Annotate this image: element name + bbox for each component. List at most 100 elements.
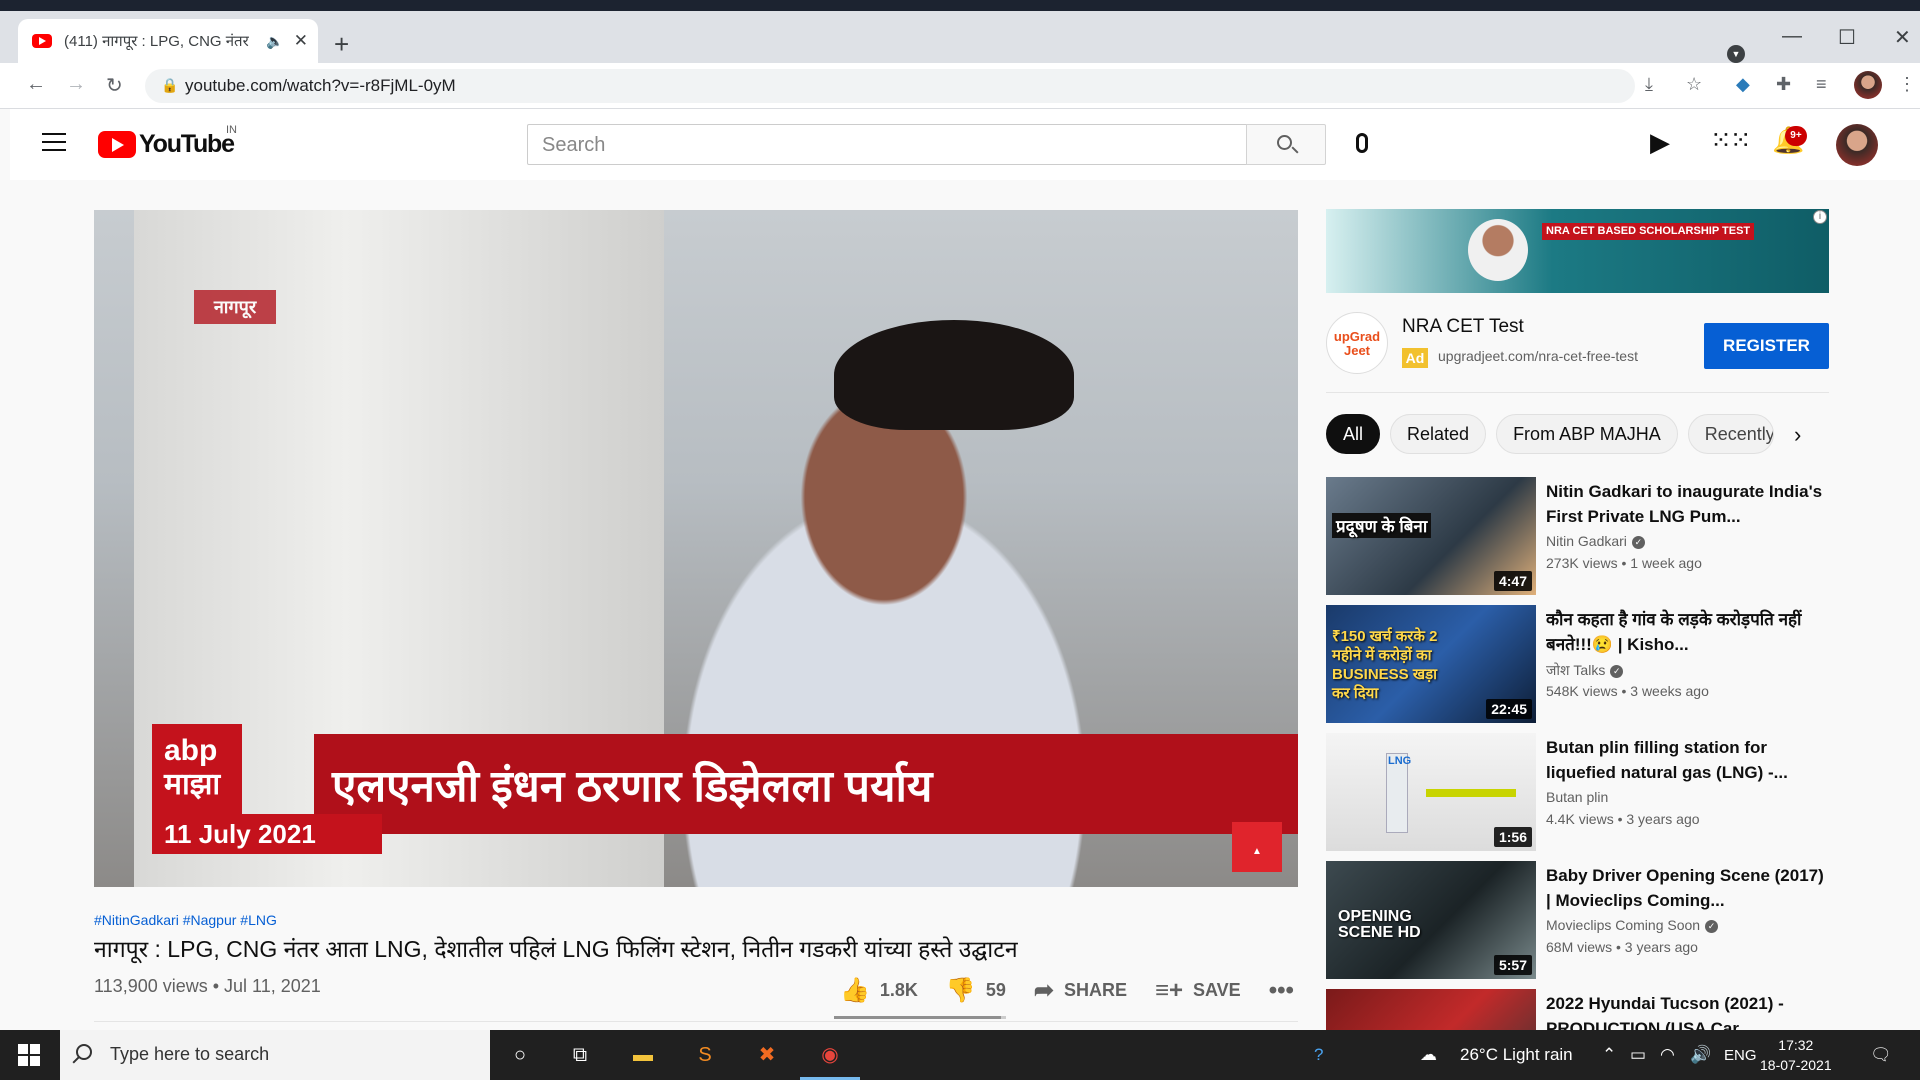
ad-banner-image[interactable]: NRA CET BASED SCHOLARSHIP TEST i [1326,209,1829,293]
speaker-icon[interactable]: 🔈 [266,33,283,50]
maximize-icon[interactable]: ☐ [1838,25,1856,50]
browser-tab-active[interactable]: (411) नागपूर : LPG, CNG नंतर 🔈 ✕ [18,19,318,63]
logo-text: YouTube [139,130,235,158]
new-tab-button[interactable]: + [334,29,349,60]
back-icon[interactable]: ← [26,73,46,96]
video-title: नागपूर : LPG, CNG नंतर आता LNG, देशातील … [94,936,1018,962]
verified-check-icon: ✓ [1610,665,1624,678]
menu-icon[interactable] [42,133,66,151]
media-queue-icon[interactable]: ≡ [1816,74,1827,95]
create-video-icon[interactable]: ▶ [1650,127,1670,158]
search-input[interactable]: Search [527,124,1247,165]
volume-icon[interactable]: 🔊 [1690,1045,1711,1065]
duration-badge: 4:47 [1493,571,1532,591]
ad-title[interactable]: NRA CET Test [1402,316,1524,338]
close-tab-icon[interactable]: ✕ [294,31,308,51]
wifi-icon[interactable]: ◠ [1660,1045,1675,1065]
share-button[interactable]: ➦ SHARE [1034,976,1127,1005]
thumbnail-text: ₹150 खर्च करके 2 महीने में करोड़ों का BU… [1332,628,1438,702]
reload-icon[interactable]: ↻ [106,73,123,98]
taskbar-search-placeholder: Type here to search [110,1044,270,1064]
register-button[interactable]: REGISTER [1704,323,1829,369]
share-label: SHARE [1063,980,1127,1000]
like-ratio-bar [834,1016,1006,1019]
address-bar-row: ← → ↻ 🔒 youtube.com/watch?v=-r8FjML-0yM … [0,63,1920,109]
divider [94,1021,1298,1022]
chip-all[interactable]: All [1326,414,1381,454]
youtube-play-icon [98,131,136,158]
chrome-icon[interactable]: ◉ [815,1040,845,1070]
xampp-icon[interactable]: ✖ [752,1040,782,1070]
video-subject-hair [834,320,1074,430]
advertiser-logo[interactable]: upGrad Jeet [1326,312,1388,374]
taskbar-search-input[interactable]: Type here to search [60,1030,490,1080]
recommendation-channel: जोश Talks ✓ [1546,661,1624,680]
apps-grid-icon[interactable]: ⁙⁙ [1710,125,1752,156]
save-button[interactable]: ≡+ SAVE [1155,977,1241,1005]
recommendation-thumbnail[interactable]: OPENING SCENE HD 5:57 [1326,861,1536,979]
recommendation-thumbnail[interactable]: LNG 1:56 [1326,733,1536,851]
chevron-up-icon[interactable]: ⌃ [1602,1045,1616,1065]
install-app-icon[interactable]: ⤓ [1645,74,1653,95]
browser-menu-icon[interactable]: ⋮ [1898,74,1916,95]
clock-time: 17:32 [1778,1037,1814,1053]
weather-text[interactable]: 26°C Light rain [1460,1045,1573,1065]
recommendation-item[interactable]: OPENING SCENE HD 5:57 Baby Driver Openin… [1326,861,1831,979]
recommendation-item[interactable]: प्रदूषण के बिना 4:47 Nitin Gadkari to in… [1326,477,1831,595]
search-button[interactable] [1246,124,1326,165]
lock-icon[interactable]: 🔒 [161,77,178,94]
help-icon[interactable]: ? [1314,1045,1323,1065]
chip-recently[interactable]: Recently [1687,414,1774,454]
more-actions-button[interactable]: ••• [1269,977,1304,1005]
thumbnail-text: प्रदूषण के बिना [1332,513,1432,538]
recommendation-thumbnail[interactable]: प्रदूषण के बिना 4:47 [1326,477,1536,595]
extension-icon[interactable]: ◆ [1736,74,1750,95]
overlay-date: 11 July 2021 [152,814,382,854]
minimize-icon[interactable]: — [1782,25,1802,48]
ad-url[interactable]: upgradjeet.com/nra-cet-free-test [1438,348,1638,364]
microphone-icon[interactable] [1356,133,1368,153]
dislike-button[interactable]: 👎 59 [946,976,1006,1005]
profile-avatar[interactable] [1854,71,1882,99]
sublime-text-icon[interactable]: S [690,1040,720,1070]
duration-badge: 5:57 [1493,955,1532,975]
channel-logo-overlay: abp माझा [152,724,242,814]
chevron-right-icon[interactable]: › [1794,422,1801,448]
youtube-logo[interactable]: YouTube IN [98,124,237,159]
bookmark-star-icon[interactable]: ☆ [1686,74,1702,95]
weather-cloud-icon[interactable]: ☁ [1420,1045,1437,1065]
recommendation-item[interactable]: ₹150 खर्च करके 2 महीने में करोड़ों का BU… [1326,605,1831,723]
hashtags[interactable]: #NitinGadkari #Nagpur #LNG [94,912,277,928]
chip-from-abp-majha[interactable]: From ABP MAJHA [1496,414,1678,454]
close-window-icon[interactable]: ✕ [1894,25,1911,50]
puzzle-extensions-icon[interactable]: ✚ [1776,74,1791,95]
chip-related[interactable]: Related [1390,414,1487,454]
url-field[interactable]: 🔒 youtube.com/watch?v=-r8FjML-0yM [145,69,1635,103]
url-text: youtube.com/watch?v=-r8FjML-0yM [185,76,456,95]
battery-icon[interactable]: ▭ [1630,1045,1646,1065]
recommendation-views: 273K views • 1 week ago [1546,555,1702,571]
language-indicator[interactable]: ENG [1724,1047,1757,1064]
video-player[interactable]: नागपूर एलएनजी इंधन ठरणार डिझेलला पर्याय … [94,210,1298,887]
notification-center-icon[interactable]: 🗨 [1870,1045,1892,1065]
forward-icon[interactable]: → [66,73,86,96]
clock[interactable]: 17:32 18-07-2021 [1760,1035,1832,1075]
recommendation-thumbnail[interactable]: ₹150 खर्च करके 2 महीने में करोड़ों का BU… [1326,605,1536,723]
account-avatar[interactable] [1836,124,1878,166]
recommendation-title: Nitin Gadkari to inaugurate India's Firs… [1546,482,1823,526]
like-button[interactable]: 👍 1.8K [840,976,918,1005]
file-explorer-icon[interactable]: ▬ [628,1040,658,1070]
ad-info-icon[interactable]: i [1813,210,1827,224]
save-label: SAVE [1193,980,1241,1000]
recommendation-thumbnail[interactable] [1326,989,1536,1030]
task-view-icon[interactable]: ⧉ [565,1040,595,1070]
duration-badge: 1:56 [1493,827,1532,847]
tab-search-icon[interactable]: ▼ [1727,45,1745,63]
recommendation-item[interactable]: LNG 1:56 Butan plin filling station for … [1326,733,1831,851]
overlay-place-label: नागपूर [194,290,276,324]
recommendation-channel: Movieclips Coming Soon ✓ [1546,917,1719,933]
windows-start-icon[interactable] [18,1044,40,1066]
recommendation-item[interactable]: 2022 Hyundai Tucson (2021) - PRODUCTION … [1326,989,1831,1030]
search-icon [1277,135,1292,150]
cortana-icon[interactable]: ○ [505,1040,535,1070]
